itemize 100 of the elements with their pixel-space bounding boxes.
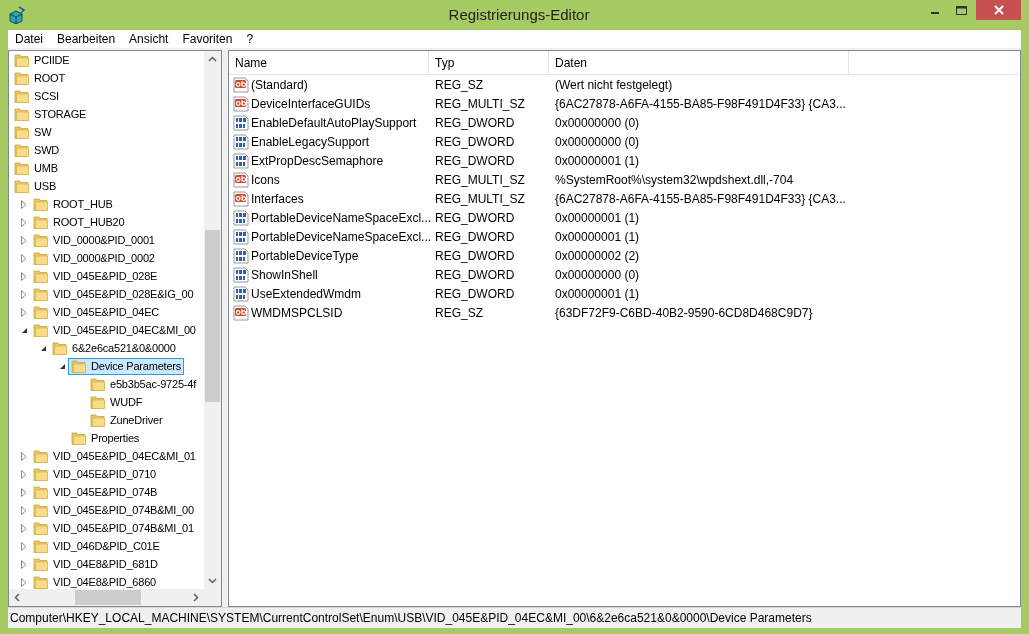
tree-item[interactable]: WUDF	[87, 393, 146, 411]
menu-item[interactable]: Ansicht	[128, 32, 170, 46]
tree-item[interactable]: ZuneDriver	[87, 411, 166, 429]
tree-item[interactable]: Device Parameters	[68, 357, 185, 375]
tree-item[interactable]: VID_045E&PID_04EC&MI_01	[30, 447, 199, 465]
column-header[interactable]: Daten	[549, 51, 849, 74]
table-cell[interactable]: WMDMSPCLSID	[229, 303, 429, 322]
tree-item[interactable]: e5b3b5ac-9725-4f	[87, 375, 200, 393]
tree-item[interactable]: UMB	[11, 159, 61, 177]
tree-item[interactable]: VID_0000&PID_0002	[30, 249, 158, 267]
table-cell-text: REG_SZ	[434, 76, 484, 94]
scroll-left-icon[interactable]	[14, 593, 20, 602]
tree-item[interactable]: Properties	[68, 429, 143, 447]
folder-icon	[90, 394, 106, 410]
tree-item[interactable]: ROOT_HUB	[30, 195, 116, 213]
table-cell[interactable]: ShowInShell	[229, 265, 429, 284]
collapse-arrow-icon[interactable]	[20, 326, 28, 334]
table-cell-text: REG_DWORD	[434, 114, 516, 132]
table-cell-text: REG_DWORD	[434, 266, 516, 284]
table-cell[interactable]: (Standard)	[229, 75, 429, 94]
menu-item[interactable]: ?	[245, 32, 255, 46]
table-cell[interactable]: PortableDeviceType	[229, 246, 429, 265]
expand-arrow-icon[interactable]	[21, 559, 27, 569]
table-cell[interactable]: Icons	[229, 170, 429, 189]
expand-arrow-icon[interactable]	[21, 217, 27, 227]
binary-value-icon	[233, 285, 249, 302]
string-value-icon	[233, 95, 249, 112]
table-cell-text: 0x00000001 (1)	[554, 285, 641, 303]
expand-arrow-icon[interactable]	[21, 487, 27, 497]
menu-item[interactable]: Favoriten	[181, 32, 234, 46]
table-cell[interactable]: EnableDefaultAutoPlaySupport	[229, 113, 429, 132]
tree-item[interactable]: VID_045E&PID_074B&MI_01	[30, 519, 197, 537]
expand-arrow-icon[interactable]	[21, 541, 27, 551]
table-cell[interactable]: PortableDeviceNameSpaceExcl...	[229, 208, 429, 227]
tree-item[interactable]: ROOT_HUB20	[30, 213, 128, 231]
scrollbar-thumb[interactable]	[75, 590, 141, 605]
tree-item[interactable]: VID_045E&PID_04EC	[30, 303, 163, 321]
tree-item[interactable]: ROOT	[11, 69, 68, 87]
folder-icon	[90, 412, 106, 428]
tree-item[interactable]: VID_046D&PID_C01E	[30, 537, 163, 555]
table-cell[interactable]: EnableLegacySupport	[229, 132, 429, 151]
tree-item[interactable]: SW	[11, 123, 55, 141]
table-cell[interactable]: DeviceInterfaceGUIDs	[229, 94, 429, 113]
table-cell[interactable]: PortableDeviceNameSpaceExcl...	[229, 227, 429, 246]
expand-arrow-icon[interactable]	[21, 307, 27, 317]
tree-item[interactable]: 6&2e6ca521&0&0000	[49, 339, 179, 357]
binary-value-icon	[233, 133, 249, 150]
tree-item[interactable]: USB	[11, 177, 60, 195]
expand-arrow-icon[interactable]	[21, 253, 27, 263]
horizontal-scrollbar[interactable]	[9, 589, 204, 606]
expand-arrow-icon[interactable]	[21, 451, 27, 461]
expand-arrow-icon[interactable]	[21, 523, 27, 533]
tree-item[interactable]: VID_04E8&PID_6860	[30, 573, 159, 589]
expand-arrow-icon[interactable]	[21, 289, 27, 299]
scroll-down-icon[interactable]	[208, 578, 217, 584]
table-cell-text: 0x00000000 (0)	[554, 266, 641, 284]
tree-item[interactable]: STORAGE	[11, 105, 90, 123]
tree-item[interactable]: VID_045E&PID_074B	[30, 483, 161, 501]
tree-item[interactable]: SCSI	[11, 87, 62, 105]
collapse-arrow-icon[interactable]	[39, 344, 47, 352]
expand-arrow-icon[interactable]	[21, 271, 27, 281]
vertical-scrollbar[interactable]	[204, 51, 221, 589]
collapse-arrow-icon[interactable]	[58, 362, 66, 370]
expand-arrow-icon[interactable]	[21, 235, 27, 245]
scroll-up-icon[interactable]	[208, 56, 217, 62]
string-value-icon	[233, 304, 249, 321]
folder-icon	[14, 70, 30, 86]
binary-value-icon	[233, 209, 249, 226]
menu-item[interactable]: Bearbeiten	[56, 32, 117, 46]
maximize-icon	[955, 5, 967, 15]
tree-item[interactable]: VID_045E&PID_028E&IG_00	[30, 285, 197, 303]
tree-item[interactable]: VID_045E&PID_074B&MI_00	[30, 501, 197, 519]
tree-item[interactable]: VID_04E8&PID_681D	[30, 555, 161, 573]
column-header[interactable]: Name	[229, 51, 429, 74]
scrollbar-thumb[interactable]	[205, 230, 220, 402]
table-cell-text: 0x00000001 (1)	[554, 152, 641, 170]
menu-item[interactable]: Datei	[14, 32, 44, 46]
table-cell-text: %SystemRoot%\system32\wpdshext.dll,-704	[554, 171, 795, 189]
table-cell-text: REG_DWORD	[434, 247, 516, 265]
tree-item[interactable]: VID_045E&PID_04EC&MI_00	[30, 321, 199, 339]
folder-icon	[90, 376, 106, 392]
expand-arrow-icon[interactable]	[21, 505, 27, 515]
tree-item[interactable]: VID_045E&PID_0710	[30, 465, 159, 483]
table-cell[interactable]: ExtPropDescSemaphore	[229, 151, 429, 170]
folder-icon	[33, 520, 49, 536]
table-cell[interactable]: Interfaces	[229, 189, 429, 208]
table-cell-text: REG_DWORD	[434, 209, 516, 227]
folder-icon	[33, 538, 49, 554]
tree-item[interactable]: PCIIDE	[11, 51, 73, 69]
table-cell[interactable]: UseExtendedWmdm	[229, 284, 429, 303]
column-header[interactable]: Typ	[429, 51, 549, 74]
scroll-right-icon[interactable]	[193, 593, 199, 602]
tree-item[interactable]: VID_0000&PID_0001	[30, 231, 158, 249]
expand-arrow-icon[interactable]	[21, 199, 27, 209]
tree-item[interactable]: VID_045E&PID_028E	[30, 267, 161, 285]
expand-arrow-icon[interactable]	[21, 577, 27, 587]
close-button[interactable]	[976, 0, 1021, 20]
table-cell-text: {63DF72F9-C6BD-40B2-9590-6CD8D468C9D7}	[554, 304, 814, 322]
tree-item[interactable]: SWD	[11, 141, 63, 159]
expand-arrow-icon[interactable]	[21, 469, 27, 479]
